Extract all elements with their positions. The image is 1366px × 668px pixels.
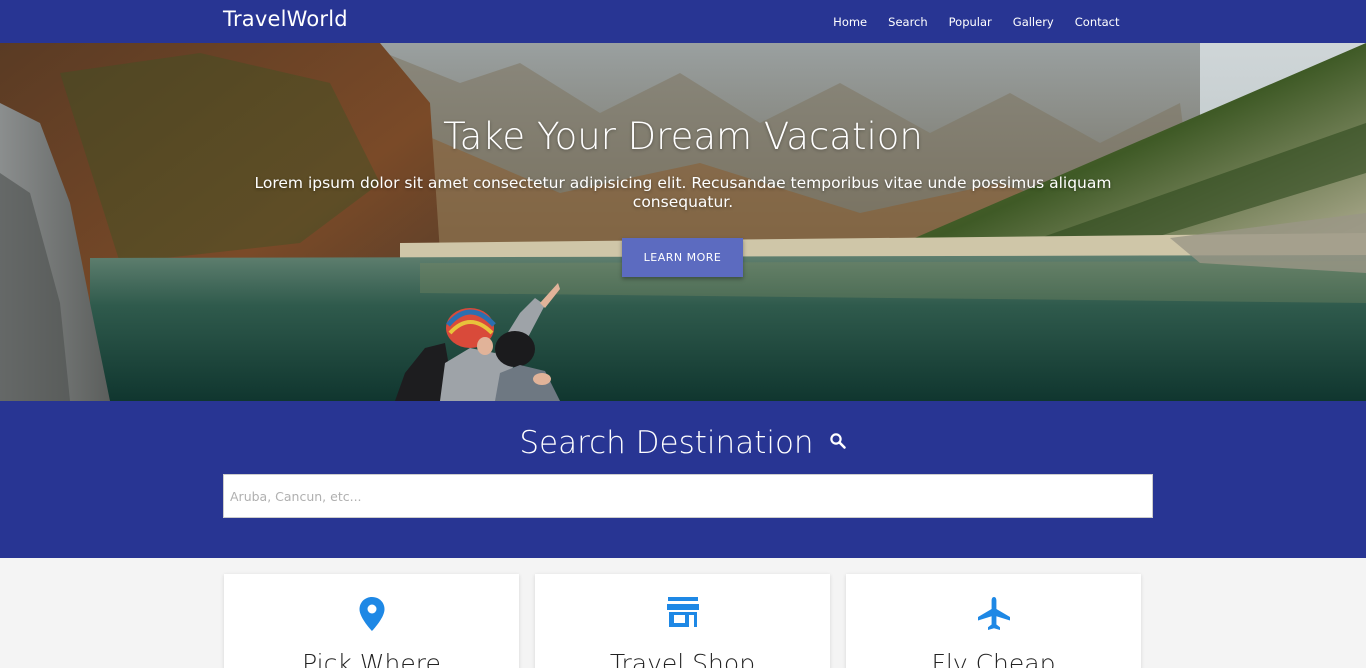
store-icon [535, 596, 830, 628]
nav-link-gallery[interactable]: Gallery [1002, 15, 1064, 29]
nav-link-popular[interactable]: Popular [938, 15, 1002, 29]
feature-card-fly-cheap[interactable]: Fly Cheap [846, 574, 1141, 668]
nav-link-contact[interactable]: Contact [1064, 15, 1130, 29]
navbar: TravelWorld Home Search Popular Gallery … [0, 0, 1366, 43]
feature-card-pick-where[interactable]: Pick Where [224, 574, 519, 668]
hero-text: Lorem ipsum dolor sit amet consectetur a… [254, 174, 1112, 211]
hero-background-image [0, 43, 1366, 401]
feature-card-title: Travel Shop [609, 649, 756, 668]
features-section: Pick Where Travel Shop Fly Cheap [0, 558, 1366, 668]
destination-search-input[interactable] [223, 474, 1153, 518]
learn-more-button[interactable]: LEARN MORE [622, 238, 743, 277]
nav-link-search[interactable]: Search [878, 15, 939, 29]
search-section: Search Destination [0, 401, 1366, 558]
map-pin-icon [224, 596, 519, 632]
feature-card-title: Pick Where [302, 649, 441, 668]
nav-link-home[interactable]: Home [823, 15, 878, 29]
feature-card-travel-shop[interactable]: Travel Shop [535, 574, 830, 668]
brand-logo[interactable]: TravelWorld [223, 7, 348, 31]
search-heading: Search Destination [0, 425, 1366, 461]
hero-section: Take Your Dream Vacation Lorem ipsum dol… [0, 43, 1366, 401]
feature-card-title: Fly Cheap [931, 649, 1056, 668]
nav-links: Home Search Popular Gallery Contact [823, 0, 1130, 43]
search-title: Search Destination [519, 425, 814, 461]
search-icon [829, 432, 847, 454]
hero-title: Take Your Dream Vacation [443, 115, 923, 158]
airplane-icon [846, 596, 1141, 632]
